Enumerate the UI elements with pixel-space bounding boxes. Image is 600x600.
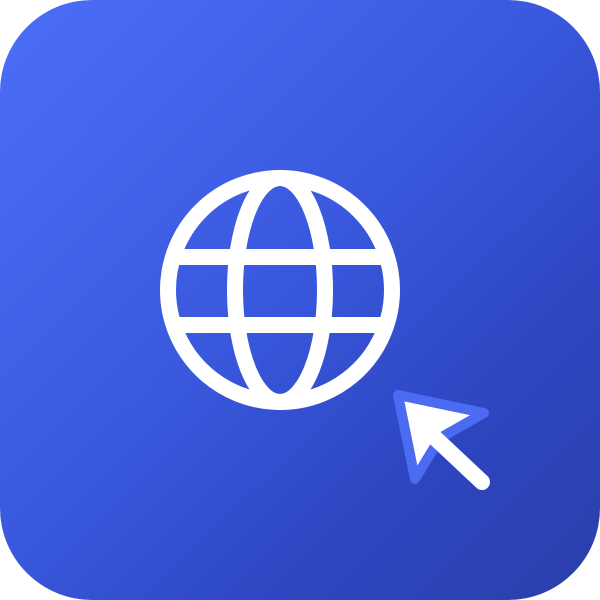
app-icon[interactable] xyxy=(0,0,600,600)
cursor-arrow-icon xyxy=(393,390,490,490)
